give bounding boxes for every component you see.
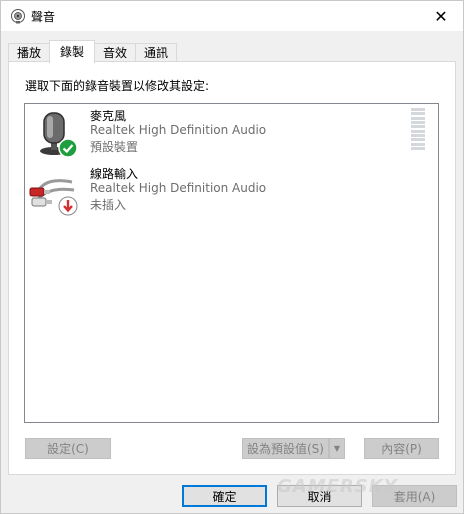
cancel-button[interactable]: 取消 <box>277 485 362 507</box>
configure-button[interactable]: 設定(C) <box>25 438 111 459</box>
recording-device-list[interactable]: 麥克風 Realtek High Definition Audio 預設裝置 線… <box>24 103 439 423</box>
set-default-button[interactable]: 設為預設值(S) <box>242 438 329 459</box>
device-status: 未插入 <box>90 198 127 212</box>
window-title: 聲音 <box>31 10 56 24</box>
sound-dialog: 聲音 ✕ 播放 錄製 音效 通訊 選取下面的錄音裝置以修改其設定: 麥克風 Re… <box>0 0 464 514</box>
speaker-icon <box>11 9 25 24</box>
tab-strip: 播放 錄製 音效 通訊 <box>8 40 178 63</box>
close-icon: ✕ <box>434 6 448 26</box>
microphone-icon <box>40 112 78 158</box>
tab-playback[interactable]: 播放 <box>8 43 51 63</box>
device-item-line-in[interactable]: 線路輸入 Realtek High Definition Audio 未插入 <box>25 162 436 218</box>
device-status: 預設裝置 <box>90 140 139 154</box>
device-item-microphone[interactable]: 麥克風 Realtek High Definition Audio 預設裝置 <box>25 104 436 160</box>
close-button[interactable]: ✕ <box>419 1 463 31</box>
device-name: 線路輸入 <box>90 167 139 181</box>
tab-sounds[interactable]: 音效 <box>94 43 137 63</box>
device-driver: Realtek High Definition Audio <box>90 181 267 195</box>
tab-communications[interactable]: 通訊 <box>135 43 178 63</box>
rca-cable-icon <box>29 179 78 216</box>
recording-tab-panel: 選取下面的錄音裝置以修改其設定: 麥克風 Realtek High Defini… <box>8 61 456 475</box>
device-driver: Realtek High Definition Audio <box>90 123 267 137</box>
chevron-down-icon: ▼ <box>333 444 341 453</box>
input-level-meter <box>411 108 425 150</box>
apply-button[interactable]: 套用(A) <box>372 485 457 507</box>
title-bar[interactable]: 聲音 ✕ <box>1 1 463 31</box>
properties-button[interactable]: 內容(P) <box>364 438 439 459</box>
set-default-dropdown[interactable]: ▼ <box>329 438 345 459</box>
ok-button[interactable]: 確定 <box>182 485 267 507</box>
tab-recording[interactable]: 錄製 <box>49 40 96 63</box>
default-check-icon <box>58 138 78 158</box>
device-name: 麥克風 <box>90 109 127 123</box>
instruction-label: 選取下面的錄音裝置以修改其設定: <box>25 79 210 93</box>
